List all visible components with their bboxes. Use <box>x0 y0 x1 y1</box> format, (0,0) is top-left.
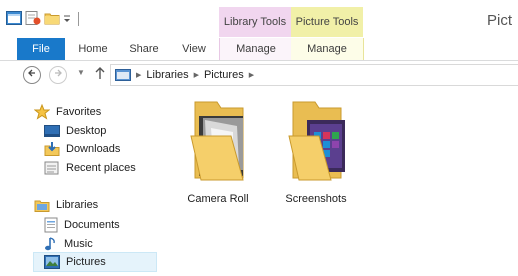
nav-label: Music <box>64 238 93 250</box>
breadcrumb-libraries[interactable]: Libraries <box>146 69 188 81</box>
folder-screenshots[interactable]: Screenshots <box>276 98 356 205</box>
nav-label: Desktop <box>66 125 107 137</box>
breadcrumb-separator-icon: ▶ <box>136 72 142 79</box>
back-button[interactable] <box>23 66 41 84</box>
forward-button[interactable] <box>49 66 67 84</box>
pictures-icon <box>44 255 60 269</box>
customize-qat-icon[interactable] <box>63 11 71 28</box>
tab-home[interactable]: Home <box>75 38 111 60</box>
nav-label: Libraries <box>56 199 99 211</box>
tab-share[interactable]: Share <box>125 38 163 60</box>
nav-item-pictures[interactable]: Pictures <box>44 253 106 271</box>
breadcrumb: ▶ Libraries ▶ Pictures ▶ <box>115 65 254 85</box>
picture-tools-header: Picture Tools <box>291 7 363 37</box>
back-arrow-icon <box>28 69 35 77</box>
file-list: Camera Roll Screenshots <box>160 90 518 276</box>
forward-arrow-icon <box>55 69 62 77</box>
nav-item-music[interactable]: Music <box>44 235 93 253</box>
tab-view[interactable]: View <box>176 38 212 60</box>
nav-label: Recent places <box>66 162 136 174</box>
nav-label: Documents <box>64 219 120 231</box>
navigation-pane: Favorites Desktop Downloads Recent place… <box>0 90 160 276</box>
folder-icon <box>288 101 345 181</box>
up-button[interactable] <box>95 66 105 83</box>
nav-item-desktop[interactable]: Desktop <box>44 122 106 140</box>
nav-label: Downloads <box>66 143 121 155</box>
nav-label: Favorites <box>56 106 102 118</box>
properties-icon[interactable] <box>25 10 41 28</box>
folder-camera-roll[interactable]: Camera Roll <box>178 98 258 205</box>
libraries-icon <box>34 200 50 212</box>
desktop-icon <box>44 125 60 137</box>
downloads-icon <box>44 142 60 156</box>
tab-manage-picture[interactable]: Manage <box>291 38 364 60</box>
title-bar: Library Tools Picture Tools Pict <box>0 0 518 39</box>
ribbon-tabs: File Home Share View Manage Manage <box>0 38 518 61</box>
nav-label: Pictures <box>66 256 106 268</box>
star-icon <box>34 104 50 120</box>
nav-item-libraries[interactable]: Libraries <box>34 196 98 214</box>
new-folder-icon[interactable] <box>44 11 60 28</box>
folder-name: Camera Roll <box>187 193 249 205</box>
quick-access-toolbar <box>6 10 79 28</box>
library-location-icon <box>115 69 131 81</box>
breadcrumb-separator-icon: ▶ <box>193 72 199 79</box>
folder-icon <box>190 101 244 181</box>
nav-item-recent-places[interactable]: Recent places <box>44 159 136 177</box>
recent-places-icon <box>44 161 59 175</box>
breadcrumb-separator-icon: ▶ <box>248 72 255 79</box>
breadcrumb-pictures[interactable]: Pictures <box>204 69 244 81</box>
library-tools-header: Library Tools <box>219 7 291 37</box>
window-title: Pict <box>487 12 513 29</box>
nav-item-downloads[interactable]: Downloads <box>44 140 120 158</box>
address-bar[interactable]: ▶ Libraries ▶ Pictures ▶ <box>110 64 518 86</box>
tab-manage-library[interactable]: Manage <box>219 38 293 60</box>
music-note-icon <box>45 237 55 251</box>
up-arrow-icon <box>95 67 105 79</box>
documents-icon <box>44 217 58 233</box>
nav-item-documents[interactable]: Documents <box>44 216 120 234</box>
recent-locations-chevron-icon[interactable]: ▼ <box>77 68 85 77</box>
tab-file[interactable]: File <box>17 38 65 60</box>
qat-separator <box>78 12 79 26</box>
nav-item-favorites[interactable]: Favorites <box>34 103 101 121</box>
window-icon[interactable] <box>6 10 22 28</box>
folder-name: Screenshots <box>285 193 347 205</box>
address-row: ▼ ▶ Libraries ▶ Pictures ▶ <box>0 61 518 89</box>
